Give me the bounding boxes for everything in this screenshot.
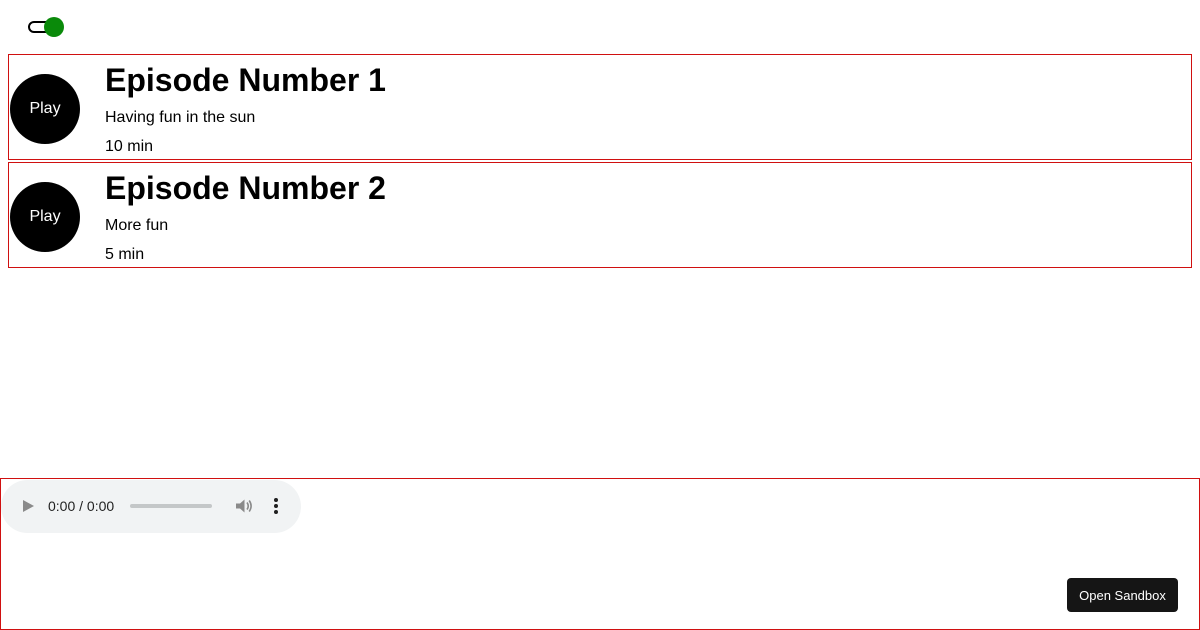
play-button[interactable]: Play	[10, 182, 80, 252]
episode-title: Episode Number 1	[105, 62, 386, 98]
episode-item: Play Episode Number 1 Having fun in the …	[8, 54, 1192, 160]
episode-title: Episode Number 2	[105, 170, 386, 206]
play-icon[interactable]	[23, 500, 34, 512]
more-vert-icon[interactable]	[270, 497, 282, 515]
audio-time-display: 0:00 / 0:00	[48, 498, 115, 514]
player-panel: 0:00 / 0:00 Open Sandbox	[0, 478, 1200, 630]
episode-duration: 10 min	[105, 138, 154, 155]
audio-progress-bar[interactable]	[130, 504, 212, 508]
episode-description: Having fun in the sun	[105, 109, 256, 126]
volume-icon[interactable]	[235, 498, 253, 514]
play-button[interactable]: Play	[10, 74, 80, 144]
open-sandbox-button[interactable]: Open Sandbox	[1067, 578, 1178, 612]
episode-list: Play Episode Number 1 Having fun in the …	[8, 54, 1192, 268]
episode-item: Play Episode Number 2 More fun 5 min	[8, 162, 1192, 268]
toggle-knob	[44, 17, 64, 37]
audio-player: 0:00 / 0:00	[1, 480, 301, 533]
episode-duration: 5 min	[105, 246, 145, 263]
theme-toggle[interactable]	[28, 17, 64, 37]
episode-description: More fun	[105, 217, 169, 234]
